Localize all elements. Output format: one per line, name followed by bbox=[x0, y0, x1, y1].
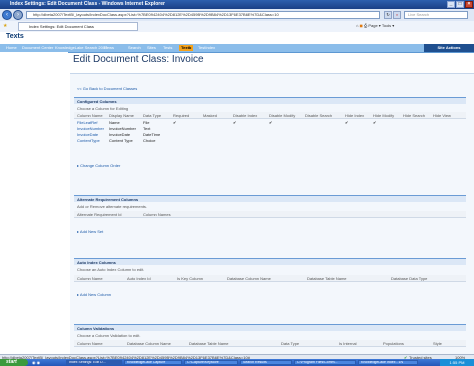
window-titlebar: Index Settings: Edit Document Class - Wi… bbox=[0, 0, 474, 9]
column-header: Database Data Type bbox=[388, 275, 466, 282]
column-header: Populations bbox=[380, 340, 430, 347]
column-validations-header: Column Validations bbox=[74, 324, 466, 331]
nav-home[interactable]: Home bbox=[6, 45, 17, 51]
nav-document-center[interactable]: Document Center bbox=[22, 45, 53, 51]
left-pane bbox=[0, 52, 68, 354]
tools-menu[interactable]: Tools bbox=[382, 23, 391, 28]
print-icon[interactable]: ⎙ bbox=[364, 23, 367, 28]
close-button[interactable]: × bbox=[465, 1, 473, 8]
table-row: ContentType Content Type Choice bbox=[74, 137, 466, 143]
column-header: Auto Index Id bbox=[124, 275, 174, 282]
alternate-requirement-desc: Add or Remove alternate requirements. bbox=[77, 204, 148, 209]
taskbar-item[interactable]: KnowledgeLake Capture bbox=[124, 360, 182, 365]
address-input[interactable]: http://dbeta2007/TextB/_layouts/IndexDoc… bbox=[26, 11, 380, 19]
table-cell: Choice bbox=[143, 137, 156, 143]
nav-search[interactable]: Search bbox=[128, 45, 141, 51]
start-button[interactable]: start bbox=[0, 359, 28, 366]
column-header: Data Type bbox=[278, 340, 336, 347]
nav-testindex[interactable]: TestIndex bbox=[198, 45, 215, 51]
add-new-column-label: Add New Column bbox=[79, 292, 112, 297]
feeds-icon[interactable]: ◼ bbox=[360, 23, 363, 28]
page-title: Edit Document Class: Invoice bbox=[73, 54, 204, 65]
column-name-link[interactable]: InvoiceNumber bbox=[74, 125, 106, 131]
site-actions-button[interactable]: Site Actions bbox=[424, 44, 474, 52]
table-header-row: Alternate Requirement Id Column Names bbox=[74, 211, 466, 218]
alternate-requirement-table: Alternate Requirement Id Column Names bbox=[74, 211, 466, 218]
top-navigation: Home Document Center KnowledgeLake Searc… bbox=[0, 44, 474, 53]
table-cell: InvoiceNumber bbox=[109, 125, 136, 131]
add-new-set-link[interactable]: ▸ Add New Set bbox=[77, 229, 103, 234]
stop-icon[interactable]: × bbox=[393, 11, 401, 19]
column-header: Database Table Name bbox=[304, 275, 388, 282]
column-validations-table: Column Name Database Column Name Databas… bbox=[74, 340, 466, 347]
taskbar-item[interactable]: Search Results bbox=[240, 360, 292, 365]
table-header-row: Column Name Database Column Name Databas… bbox=[74, 340, 466, 347]
column-header: Is Key Column bbox=[174, 275, 224, 282]
search-input[interactable]: Live Search bbox=[404, 11, 468, 19]
change-column-order-label: Change Column Order bbox=[80, 163, 121, 168]
taskbar-item[interactable]: Index Settings: Edit D... bbox=[66, 360, 122, 365]
table-cell: Content Type bbox=[109, 137, 133, 143]
alternate-requirement-header: Alternate Requirement Columns bbox=[74, 195, 466, 202]
configured-columns-table: Column Name Display Name Data Type Requi… bbox=[74, 112, 466, 143]
column-header: Column Name bbox=[74, 340, 124, 347]
column-header: Database Column Name bbox=[224, 275, 304, 282]
forward-arrow-icon[interactable]: › bbox=[13, 10, 23, 20]
back-to-document-classes-link[interactable]: << Go Back to Document Classes bbox=[77, 86, 137, 91]
auto-index-header: Auto Index Columns bbox=[74, 258, 466, 265]
tab-label: Index Settings: Edit Document Class bbox=[29, 24, 94, 29]
home-icon[interactable]: ⌂ bbox=[356, 23, 358, 28]
nav-news[interactable]: News bbox=[104, 45, 114, 51]
minimize-button[interactable]: _ bbox=[447, 1, 455, 8]
site-header: Texts bbox=[0, 32, 474, 44]
site-title[interactable]: Texts bbox=[6, 33, 24, 40]
change-column-order-link[interactable]: ▸ Change Column Order bbox=[77, 163, 120, 168]
column-header: Style bbox=[430, 340, 466, 347]
quick-launch-icon[interactable]: ◉ ◉ bbox=[32, 360, 40, 365]
configured-columns-desc: Choose a Column for Editing bbox=[77, 106, 129, 111]
taskbar: start ◉ ◉ Index Settings: Edit D... Know… bbox=[0, 359, 474, 366]
add-new-column-link[interactable]: ▸ Add New Column bbox=[77, 292, 111, 297]
column-header: Column Names bbox=[140, 211, 466, 218]
column-header: Alternate Requirement Id bbox=[74, 211, 140, 218]
nav-tests[interactable]: Tests bbox=[163, 45, 172, 51]
taskbar-item[interactable]: C:\Capture\Keystore bbox=[184, 360, 238, 365]
column-header: Column Name bbox=[74, 275, 124, 282]
column-header: Database Table Name bbox=[186, 340, 278, 347]
column-header: Is Internal bbox=[336, 340, 380, 347]
system-clock: 1:55 PM bbox=[440, 359, 474, 366]
window-title: Index Settings: Edit Document Class - Wi… bbox=[10, 1, 165, 7]
refresh-icon[interactable]: ↻ bbox=[384, 11, 392, 19]
taskbar-item[interactable]: C:\Program Files\Comm... bbox=[294, 360, 356, 365]
table-header-row: Column Name Auto Index Id Is Key Column … bbox=[74, 275, 466, 282]
auto-index-table: Column Name Auto Index Id Is Key Column … bbox=[74, 275, 466, 282]
taskbar-item[interactable]: KnowledgeLake Index - 1N bbox=[358, 360, 418, 365]
configured-columns-header: Configured Columns bbox=[74, 97, 466, 104]
back-arrow-icon[interactable]: ‹ bbox=[2, 10, 12, 20]
nav-textb[interactable]: Textb bbox=[179, 45, 194, 51]
nav-knowledgelake-search[interactable]: KnowledgeLake Search 2007 bbox=[55, 45, 107, 51]
maximize-button[interactable]: □ bbox=[456, 1, 464, 8]
nav-sites[interactable]: Sites bbox=[147, 45, 156, 51]
command-bar: ⌂ ◼ ⎙ Page ▾ Tools ▾ bbox=[356, 23, 395, 28]
add-new-set-label: Add New Set bbox=[79, 229, 104, 234]
tab-index-settings[interactable]: Index Settings: Edit Document Class bbox=[18, 22, 138, 31]
page-menu[interactable]: Page bbox=[368, 23, 377, 28]
column-header: Database Column Name bbox=[124, 340, 186, 347]
column-validations-desc: Choose a Column Validation to edit. bbox=[77, 333, 141, 338]
column-name-link[interactable]: ContentType bbox=[74, 137, 106, 143]
auto-index-desc: Choose an Auto Index Column to edit. bbox=[77, 267, 145, 272]
favorites-star-icon[interactable]: ★ bbox=[3, 23, 7, 29]
